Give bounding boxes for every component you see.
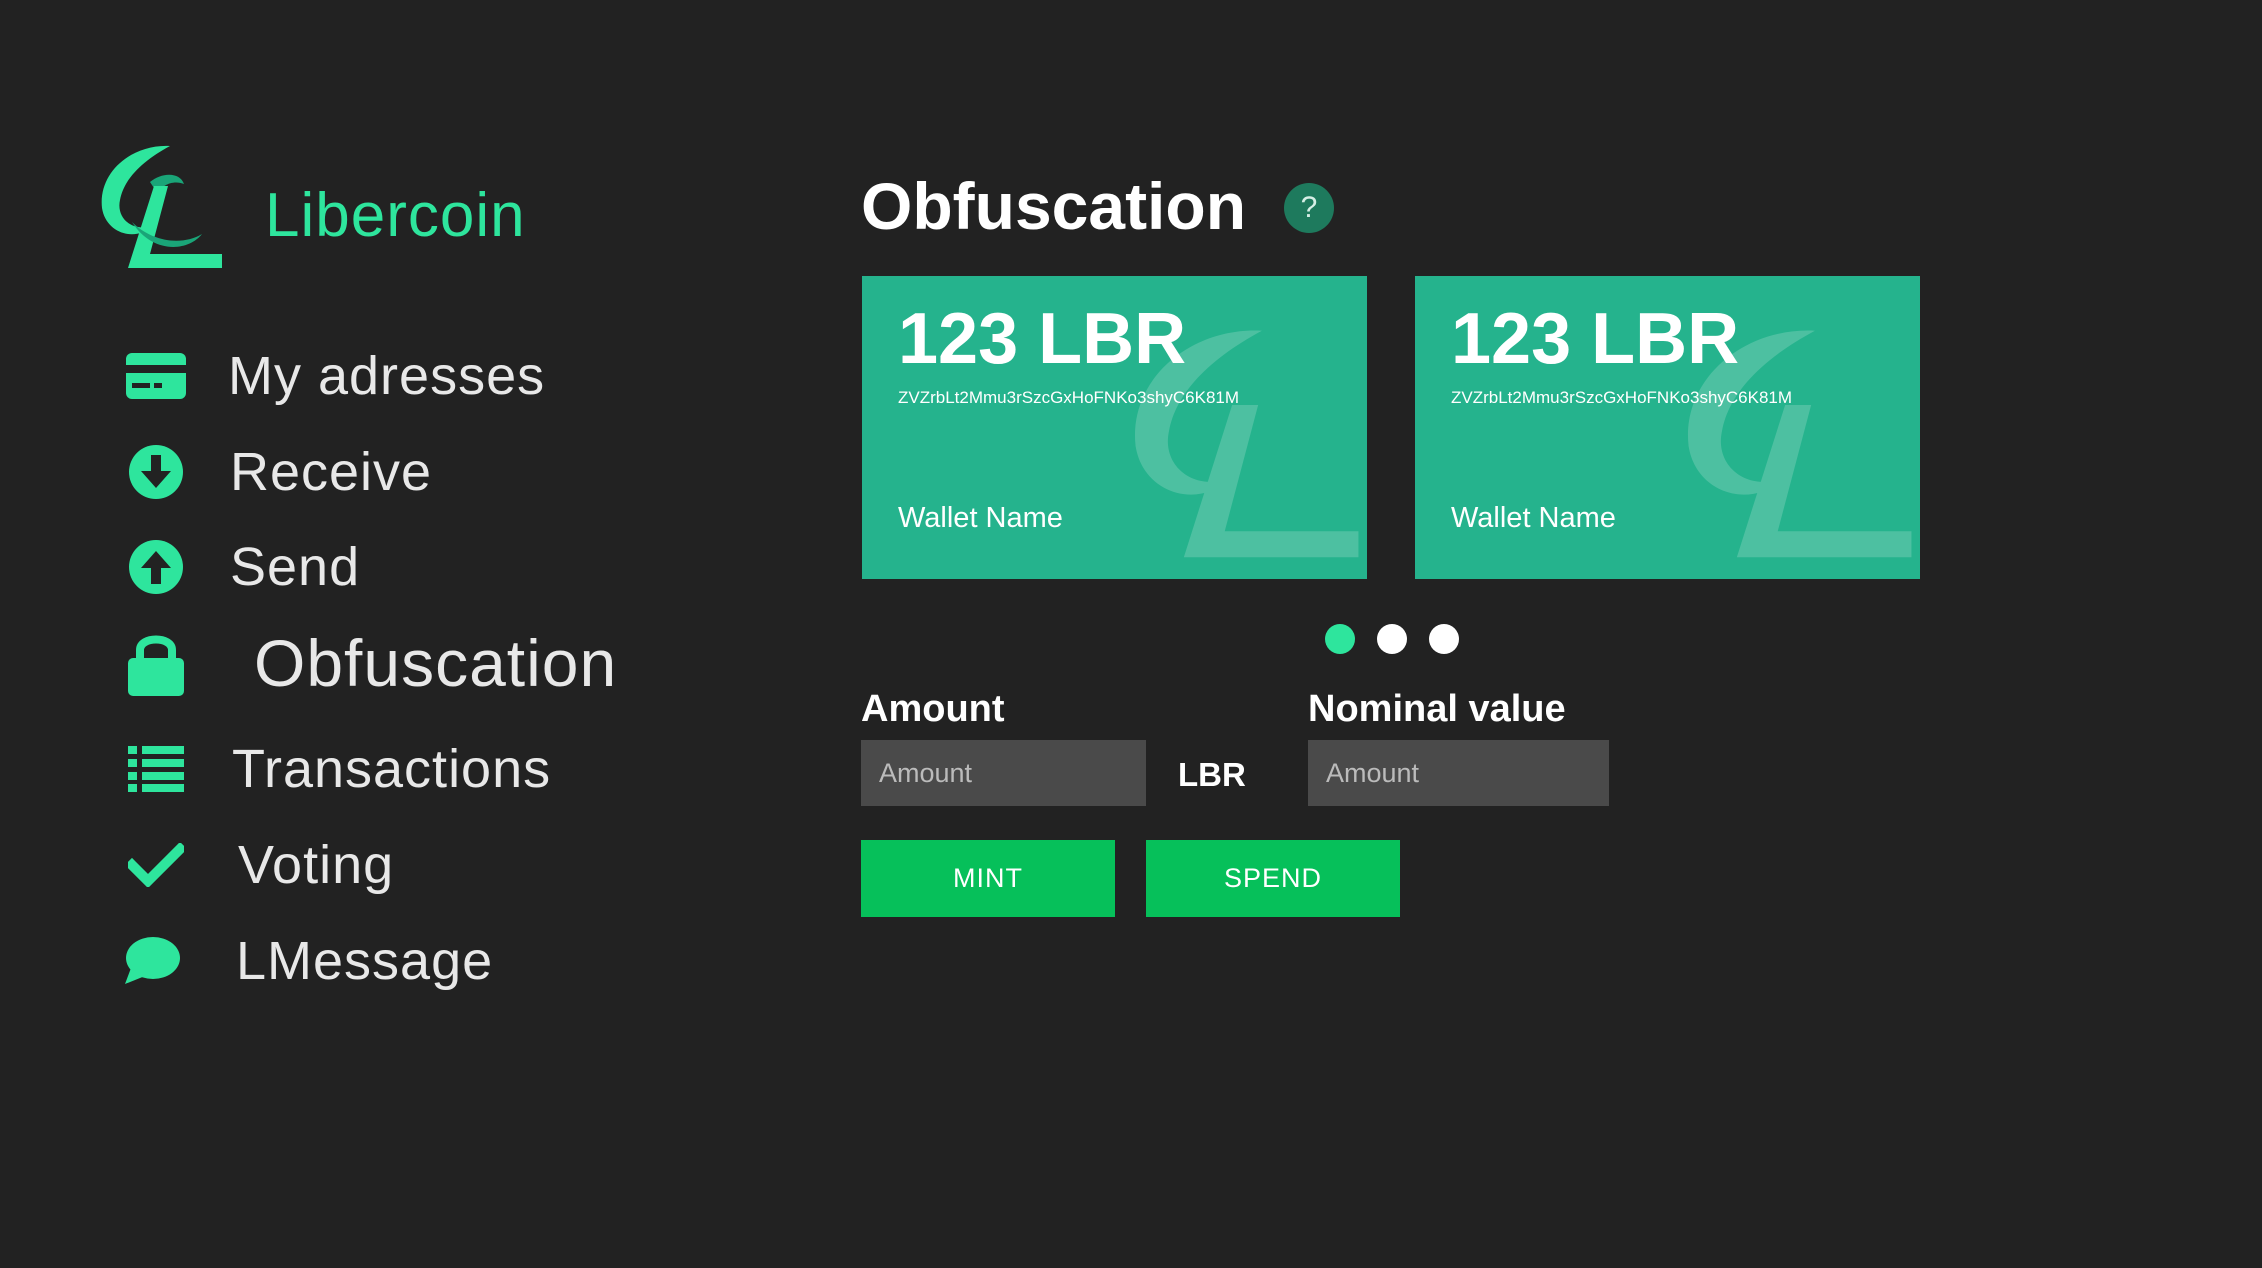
- wallet-name: Wallet Name: [1451, 502, 1616, 534]
- wallet-address: ZVZrbLt2Mmu3rSzcGxHoFNKo3shyC6K81M: [898, 388, 1240, 407]
- brand-name: Libercoin: [265, 181, 526, 250]
- sidebar-item-my-adresses[interactable]: My adresses: [126, 345, 545, 407]
- sidebar-item-receive[interactable]: Receive: [126, 441, 432, 503]
- upload-circle-icon: [126, 537, 186, 597]
- carousel-dot-2[interactable]: [1377, 624, 1407, 654]
- sidebar-item-label: Receive: [230, 442, 433, 502]
- mint-button[interactable]: MINT: [861, 840, 1115, 917]
- sidebar-item-transactions[interactable]: Transactions: [126, 738, 551, 800]
- carousel-dot-3[interactable]: [1429, 624, 1459, 654]
- amount-input[interactable]: [861, 740, 1146, 806]
- wallet-amount: 123 LBR: [898, 299, 1187, 379]
- wallet-address: ZVZrbLt2Mmu3rSzcGxHoFNKo3shyC6K81M: [1451, 388, 1793, 407]
- unit-label: LBR: [1178, 756, 1246, 793]
- sidebar-item-label: My adresses: [228, 346, 546, 406]
- wallet-amount: 123 LBR: [1451, 299, 1740, 379]
- list-icon: [126, 739, 186, 799]
- nominal-value-input[interactable]: [1308, 740, 1609, 806]
- wallet-card[interactable]: 123 LBR ZVZrbLt2Mmu3rSzcGxHoFNKo3shyC6K8…: [862, 276, 1367, 579]
- chat-bubble-icon: [122, 931, 182, 991]
- wallet-card[interactable]: 123 LBR ZVZrbLt2Mmu3rSzcGxHoFNKo3shyC6K8…: [1415, 276, 1920, 579]
- sidebar-item-label: LMessage: [236, 931, 494, 991]
- sidebar-item-label: Transactions: [232, 739, 552, 799]
- sidebar-item-label: Send: [230, 537, 361, 597]
- download-circle-icon: [126, 442, 186, 502]
- lock-icon: [126, 633, 186, 696]
- sidebar-item-obfuscation[interactable]: Obfuscation: [126, 625, 617, 701]
- sidebar-item-label: Obfuscation: [254, 626, 618, 700]
- nominal-value-label: Nominal value: [1308, 688, 1566, 730]
- libercoin-logo-icon: [101, 145, 222, 268]
- carousel-dot-1[interactable]: [1325, 624, 1355, 654]
- sidebar-item-send[interactable]: Send: [126, 536, 360, 598]
- sidebar-item-voting[interactable]: Voting: [126, 834, 394, 896]
- check-icon: [126, 835, 186, 895]
- sidebar-item-lmessage[interactable]: LMessage: [122, 930, 493, 992]
- spend-button[interactable]: SPEND: [1146, 840, 1400, 917]
- help-icon[interactable]: ?: [1284, 183, 1334, 233]
- card-icon: [126, 346, 186, 406]
- wallet-name: Wallet Name: [898, 502, 1063, 534]
- amount-label: Amount: [861, 688, 1005, 730]
- sidebar-item-label: Voting: [238, 835, 395, 895]
- page-title: Obfuscation: [861, 169, 1247, 243]
